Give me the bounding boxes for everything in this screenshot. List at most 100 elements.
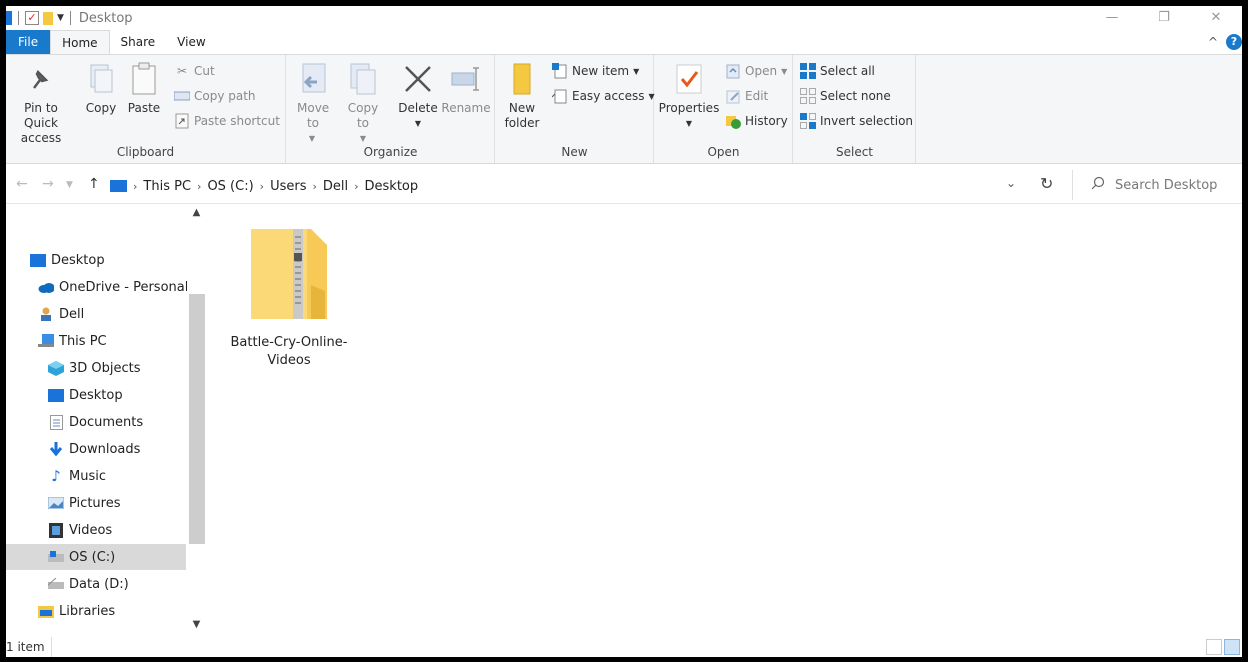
zip-folder-icon (249, 225, 329, 324)
delete-button[interactable]: Delete ▼ (397, 61, 439, 131)
drive-icon (48, 550, 64, 564)
nav-item-os-c[interactable]: OS (C:) (6, 544, 186, 570)
chevron-down-icon: ▼ (633, 66, 640, 76)
chevron-down-icon: ▼ (781, 66, 788, 76)
nav-item-desktop[interactable]: Desktop (6, 247, 186, 273)
breadcrumb-this-pc[interactable]: This PC (143, 179, 191, 194)
nav-item-dell[interactable]: Dell (6, 301, 186, 327)
invert-selection-icon (800, 113, 816, 129)
properties-button[interactable]: Properties ▼ (659, 61, 719, 131)
quick-access-toolbar: ✓ ▼ (6, 11, 73, 25)
chevron-right-icon[interactable]: › (260, 180, 264, 193)
paste-button[interactable]: Paste (124, 61, 164, 116)
history-button[interactable]: History (725, 113, 788, 129)
divider (1072, 170, 1073, 200)
pin-quick-access-button[interactable]: Pin to Quick access (8, 61, 74, 146)
open-button[interactable]: Open ▼ (725, 63, 787, 79)
paste-shortcut-button[interactable]: Paste shortcut (174, 113, 280, 129)
desktop-icon (110, 180, 127, 192)
breadcrumb-users[interactable]: Users (270, 179, 306, 194)
nav-item-3d-objects[interactable]: 3D Objects (6, 355, 186, 381)
new-item-button[interactable]: New item ▼ (552, 63, 639, 79)
new-folder-icon[interactable] (43, 11, 53, 25)
nav-scrollbar[interactable]: ▲ ▼ (187, 205, 206, 637)
nav-item-desktop-2[interactable]: Desktop (6, 382, 186, 408)
nav-item-onedrive[interactable]: OneDrive - Personal (6, 274, 188, 300)
move-to-button[interactable]: Move to ▼ (293, 61, 333, 146)
chevron-right-icon[interactable]: › (354, 180, 358, 193)
nav-item-music[interactable]: ♪ Music (6, 463, 186, 489)
new-folder-button[interactable]: New folder (502, 61, 542, 131)
minimize-button[interactable]: — (1086, 6, 1138, 28)
cube-icon (48, 360, 64, 376)
nav-item-this-pc[interactable]: This PC (6, 328, 186, 354)
tab-view[interactable]: View (166, 30, 216, 54)
organize-group: Move to ▼ Copy to ▼ Delete ▼ Rename Orga… (287, 55, 495, 163)
select-none-button[interactable]: Select none (800, 88, 891, 104)
rename-button[interactable]: Rename (441, 61, 491, 116)
chevron-right-icon[interactable]: › (133, 180, 137, 193)
breadcrumb-desktop[interactable]: Desktop (365, 179, 419, 194)
chevron-down-icon: ▼ (414, 119, 422, 128)
history-icon (725, 113, 741, 129)
tab-home[interactable]: Home (50, 30, 110, 54)
collapse-ribbon-icon[interactable]: ^ (1208, 35, 1218, 49)
status-bar: 1 item (6, 637, 1242, 657)
nav-item-libraries[interactable]: Libraries (6, 598, 186, 624)
nav-item-data-d[interactable]: Data (D:) (6, 571, 186, 597)
recent-chevron-icon[interactable]: ▼ (66, 180, 73, 190)
divider (18, 11, 19, 25)
close-button[interactable]: ✕ (1190, 6, 1242, 28)
copy-to-button[interactable]: Copy to ▼ (343, 61, 383, 146)
properties-check-icon[interactable]: ✓ (25, 11, 39, 25)
clipboard-group-label: Clipboard (116, 145, 175, 159)
scroll-thumb[interactable] (189, 294, 205, 544)
rename-icon (450, 61, 482, 97)
maximize-button[interactable]: ❐ (1138, 6, 1190, 28)
user-icon (38, 307, 54, 321)
app-icon (6, 11, 12, 25)
tab-share[interactable]: Share (110, 30, 167, 54)
scroll-up-icon[interactable]: ▲ (187, 207, 206, 223)
forward-arrow-icon[interactable]: → (42, 176, 54, 192)
nav-item-pictures[interactable]: Pictures (6, 490, 186, 516)
paste-icon (128, 61, 160, 97)
customize-chevron-icon[interactable]: ▼ (57, 13, 64, 23)
select-all-button[interactable]: Select all (800, 63, 875, 79)
help-icon[interactable]: ? (1226, 34, 1242, 50)
open-group-label: Open (707, 145, 740, 159)
large-icons-view-icon[interactable] (1224, 639, 1240, 655)
file-item[interactable]: Battle-Cry-Online-Videos (224, 225, 354, 370)
file-list: Battle-Cry-Online-Videos (206, 205, 1242, 637)
breadcrumb-os-c[interactable]: OS (C:) (207, 179, 253, 194)
chevron-right-icon[interactable]: › (312, 180, 316, 193)
tab-file[interactable]: File (6, 30, 51, 54)
back-arrow-icon[interactable]: ← (16, 176, 28, 192)
cloud-icon (38, 280, 54, 294)
search-input[interactable]: Search Desktop (1081, 173, 1241, 197)
address-dropdown-icon[interactable]: ⌄ (1006, 176, 1016, 190)
invert-selection-button[interactable]: Invert selection (800, 113, 913, 129)
edit-button[interactable]: Edit (725, 88, 768, 104)
navigation-pane: Desktop OneDrive - Personal Dell This PC… (6, 205, 206, 637)
ribbon: Pin to Quick access Copy Paste ✂ Cut Cop… (6, 54, 1242, 164)
picture-icon (48, 496, 64, 510)
pin-icon (25, 61, 57, 97)
copy-button[interactable]: Copy (84, 61, 118, 116)
open-group: Properties ▼ Open ▼ Edit History Open (655, 55, 793, 163)
refresh-icon[interactable]: ↻ (1040, 174, 1053, 193)
cut-button[interactable]: ✂ Cut (174, 63, 215, 79)
scroll-down-icon[interactable]: ▼ (187, 619, 206, 635)
details-view-icon[interactable] (1206, 639, 1222, 655)
breadcrumb-dell[interactable]: Dell (323, 179, 348, 194)
breadcrumb[interactable]: › This PC › OS (C:) › Users › Dell › Des… (110, 175, 418, 197)
chevron-right-icon[interactable]: › (197, 180, 201, 193)
easy-access-button[interactable]: Easy access ▼ (552, 88, 655, 104)
nav-item-documents[interactable]: Documents (6, 409, 186, 435)
copy-path-button[interactable]: Copy path (174, 88, 256, 104)
nav-item-downloads[interactable]: Downloads (6, 436, 186, 462)
nav-item-videos[interactable]: Videos (6, 517, 186, 543)
copy-path-icon (174, 88, 190, 104)
up-arrow-icon[interactable]: ↑ (88, 176, 100, 192)
desktop-icon (48, 388, 64, 402)
